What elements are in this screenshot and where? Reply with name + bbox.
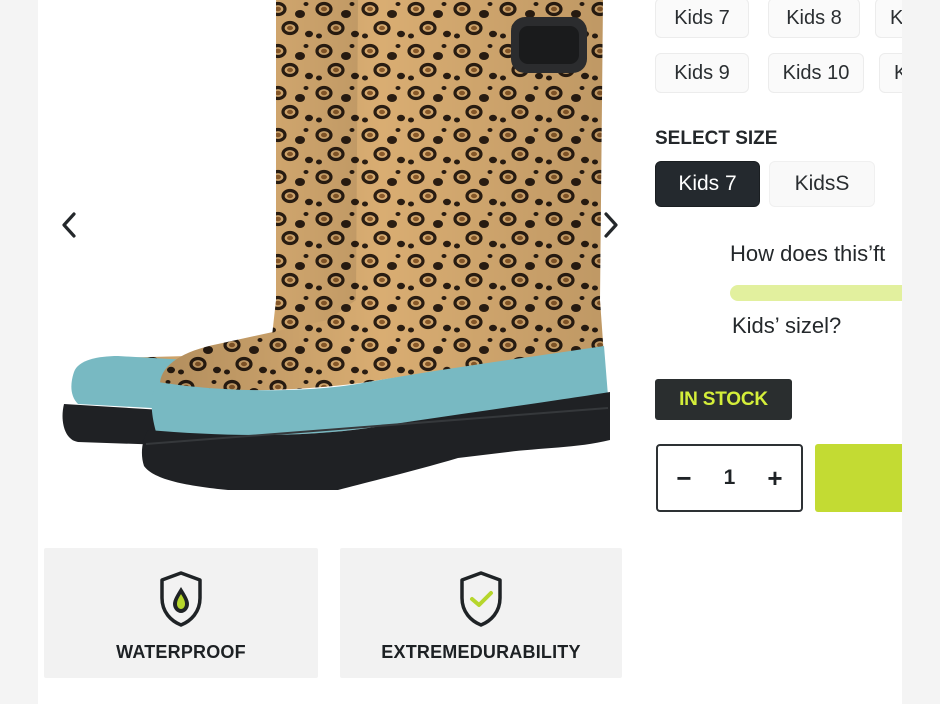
size-option-selected[interactable]: Kids 7 — [655, 161, 760, 207]
product-page: WATERPROOF EXTREMEDURABILITY Kids 7 Kids… — [38, 0, 902, 704]
size-chip[interactable]: K — [875, 0, 902, 38]
fit-slider[interactable] — [730, 285, 902, 301]
quantity-value[interactable]: 1 — [710, 466, 749, 490]
feature-label: WATERPROOF — [116, 642, 246, 662]
size-chip[interactable]: Kids 8 — [768, 0, 860, 38]
size-chip[interactable]: Kids 9 — [655, 53, 749, 93]
next-image-button[interactable] — [590, 205, 630, 245]
size-chip[interactable]: Kids 10 — [768, 53, 864, 93]
product-gallery — [38, 0, 638, 540]
stock-badge: IN STOCK — [655, 379, 792, 420]
chevron-right-icon — [604, 212, 618, 238]
shield-check-icon — [460, 571, 502, 627]
product-options-panel: Kids 7 Kids 8 K Kids 9 Kids 10 K SELECT … — [655, 0, 902, 704]
increase-quantity-button[interactable]: + — [749, 446, 801, 510]
feature-card-durability: EXTREMEDURABILITY — [340, 548, 622, 678]
feature-card-waterproof: WATERPROOF — [44, 548, 318, 678]
size-option[interactable]: KidsS — [769, 161, 875, 207]
product-image — [62, 0, 611, 490]
quantity-stepper: − 1 + — [656, 444, 803, 512]
select-size-heading: SELECT SIZE — [655, 128, 778, 149]
add-to-cart-button[interactable] — [815, 444, 902, 512]
fit-subtext: Kids’ sizel? — [732, 313, 842, 338]
fit-question: How does this’ft — [730, 241, 886, 266]
size-chip[interactable]: Kids 7 — [655, 0, 749, 38]
shield-water-drop-icon — [160, 571, 202, 627]
size-chip[interactable]: K — [879, 53, 902, 93]
chevron-left-icon — [62, 212, 76, 238]
feature-label: EXTREMEDURABILITY — [381, 642, 581, 662]
previous-image-button[interactable] — [50, 205, 90, 245]
decrease-quantity-button[interactable]: − — [658, 446, 710, 510]
boot-front — [141, 0, 611, 490]
